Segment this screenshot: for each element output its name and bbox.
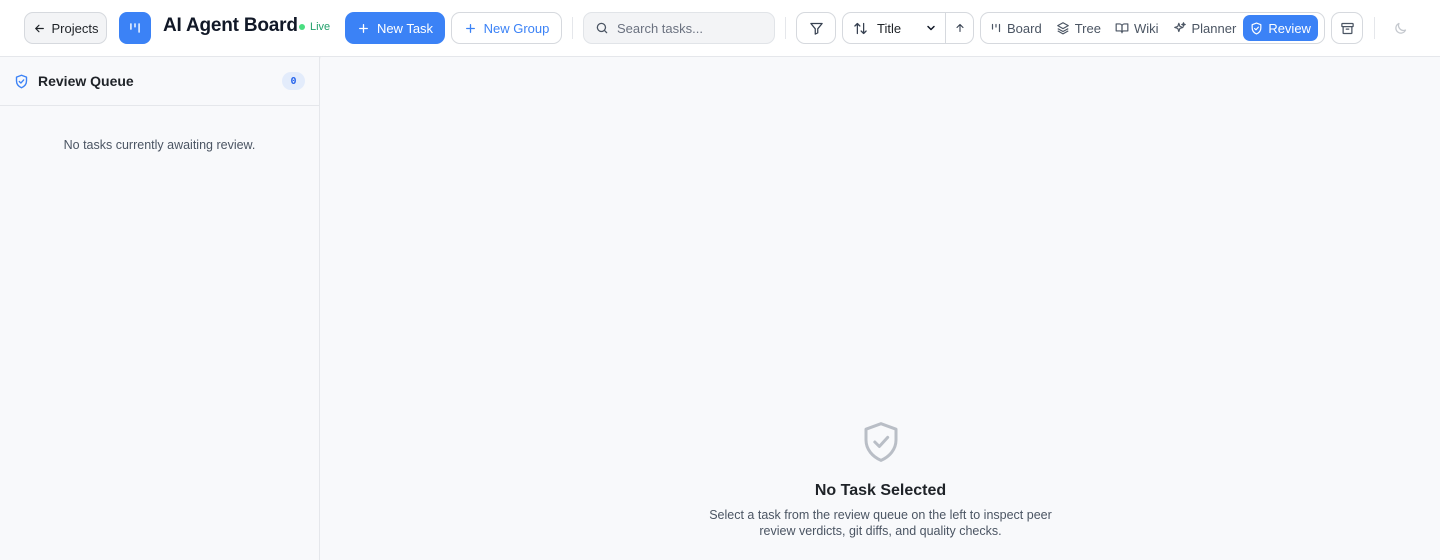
tab-label: Review bbox=[1268, 20, 1311, 36]
live-dot-icon bbox=[299, 24, 305, 30]
app-logo bbox=[119, 12, 151, 44]
shield-check-icon bbox=[15, 74, 28, 88]
app-title: AI Agent Board bbox=[163, 15, 298, 36]
plus-icon bbox=[358, 23, 368, 33]
filter-icon bbox=[809, 22, 823, 35]
arrow-left-icon bbox=[34, 24, 44, 32]
review-queue-panel: Review Queue 0 No tasks currently awaiti… bbox=[0, 57, 320, 560]
top-toolbar: Projects AI Agent Board Live New Task Ne… bbox=[0, 0, 1440, 57]
theme-toggle-button[interactable] bbox=[1388, 16, 1412, 40]
sort-field-select[interactable]: Title bbox=[877, 21, 925, 36]
review-queue-empty-message: No tasks currently awaiting review. bbox=[63, 138, 256, 152]
sort-control: Title bbox=[842, 12, 974, 44]
arrow-up-icon bbox=[955, 23, 964, 33]
tab-planner[interactable]: Planner bbox=[1166, 15, 1244, 41]
tab-label: Wiki bbox=[1133, 20, 1159, 36]
layers-icon bbox=[1056, 22, 1069, 35]
toolbar-divider bbox=[785, 17, 786, 39]
review-queue-title: Review Queue bbox=[38, 73, 134, 89]
sort-arrows-icon bbox=[843, 13, 877, 43]
tab-tree[interactable]: Tree bbox=[1049, 15, 1108, 41]
empty-state-description: Select a task from the review queue on t… bbox=[709, 508, 1052, 538]
empty-state: No Task Selected Select a task from the … bbox=[321, 419, 1440, 539]
tab-board[interactable]: Board bbox=[983, 15, 1049, 41]
search-icon bbox=[596, 22, 608, 34]
plus-icon bbox=[465, 23, 475, 33]
moon-icon bbox=[1394, 22, 1406, 34]
toolbar-divider bbox=[1374, 17, 1375, 39]
live-label: Live bbox=[310, 21, 331, 33]
filter-button[interactable] bbox=[796, 12, 836, 44]
review-count-badge: 0 bbox=[282, 72, 305, 90]
tab-label: Tree bbox=[1074, 20, 1101, 36]
back-button-label: Projects bbox=[51, 20, 99, 36]
search-box[interactable] bbox=[583, 12, 775, 44]
back-to-projects-button[interactable]: Projects bbox=[24, 12, 107, 44]
new-group-label: New Group bbox=[483, 20, 550, 36]
archive-button[interactable] bbox=[1331, 12, 1363, 44]
tab-review[interactable]: Review bbox=[1243, 15, 1318, 41]
kanban-logo-icon bbox=[130, 23, 140, 33]
new-task-button[interactable]: New Task bbox=[345, 12, 445, 44]
empty-state-title: No Task Selected bbox=[814, 482, 947, 499]
new-task-label: New Task bbox=[376, 20, 434, 36]
shield-check-icon bbox=[1251, 21, 1262, 35]
tab-wiki[interactable]: Wiki bbox=[1108, 15, 1166, 41]
sort-direction-button[interactable] bbox=[945, 13, 973, 43]
tab-label: Planner bbox=[1191, 20, 1237, 36]
sparkles-icon bbox=[1173, 22, 1186, 33]
review-queue-header: Review Queue 0 bbox=[0, 57, 319, 106]
live-status: Live bbox=[299, 21, 330, 33]
archive-icon bbox=[1340, 22, 1354, 34]
view-switcher: Board Tree Wiki Planner Review bbox=[980, 12, 1325, 44]
search-input[interactable] bbox=[617, 20, 767, 36]
tab-label: Board bbox=[1007, 20, 1042, 36]
kanban-icon bbox=[991, 23, 1001, 33]
shield-check-icon bbox=[864, 422, 897, 462]
chevron-down-icon bbox=[925, 22, 945, 34]
book-open-icon bbox=[1115, 23, 1129, 34]
new-group-button[interactable]: New Group bbox=[451, 12, 562, 44]
toolbar-divider bbox=[572, 17, 573, 39]
review-detail-panel: No Task Selected Select a task from the … bbox=[321, 57, 1440, 560]
